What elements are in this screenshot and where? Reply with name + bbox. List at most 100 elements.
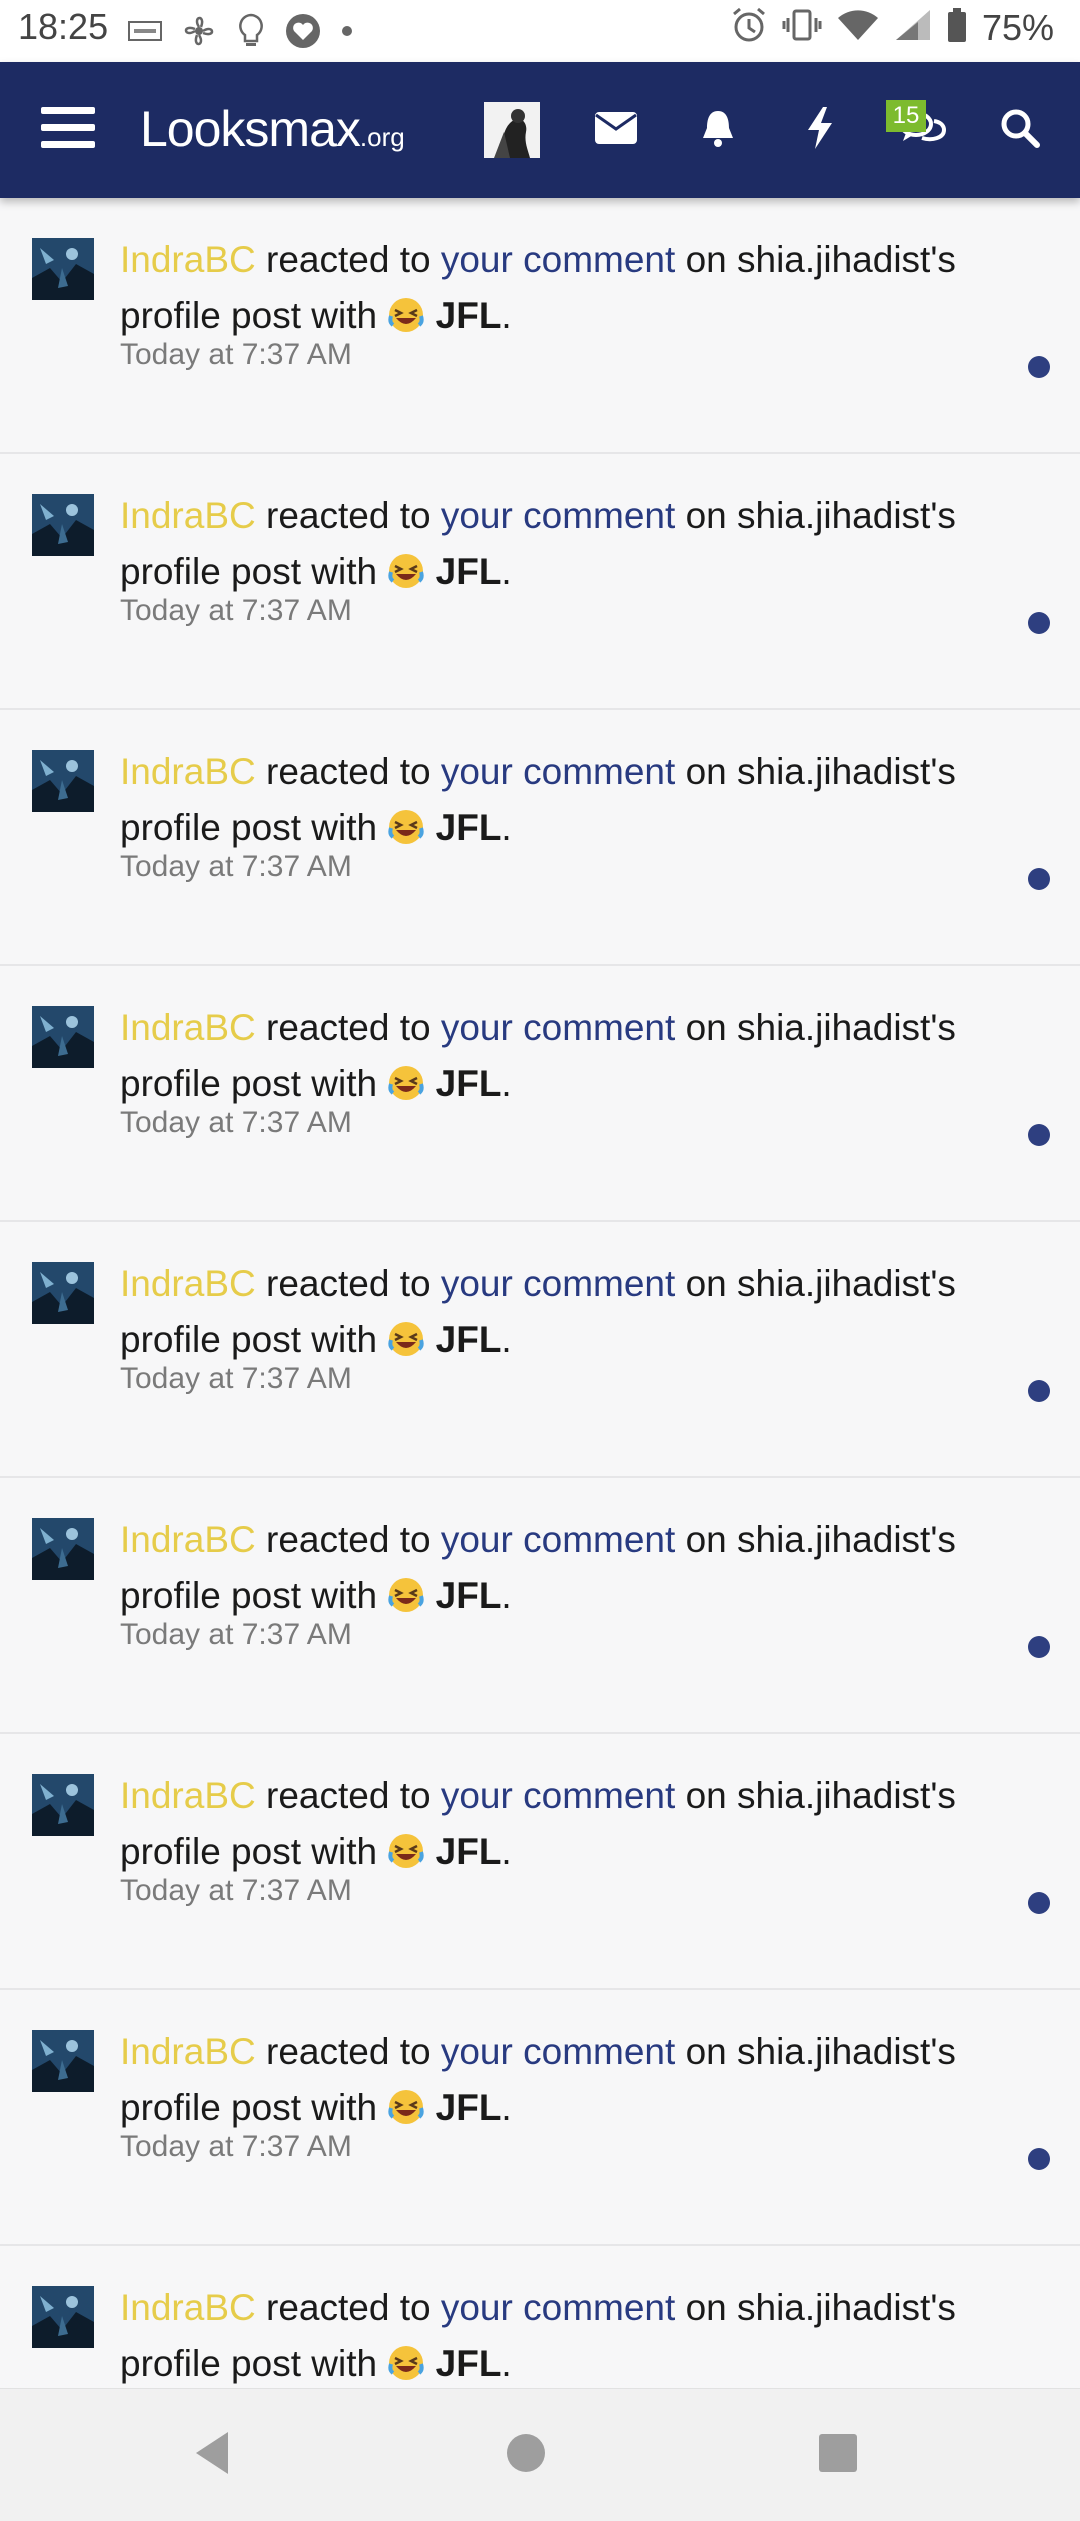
comment-link[interactable]: your comment	[441, 1007, 675, 1048]
signal-icon	[894, 8, 932, 47]
sentence-period: .	[501, 551, 512, 592]
comment-link[interactable]: your comment	[441, 1519, 675, 1560]
action-text: reacted to	[266, 2031, 431, 2072]
notification-item[interactable]: IndraBC reacted to your comment on shia.…	[0, 2246, 1080, 2388]
laughing-emoji-icon	[387, 806, 425, 844]
notification-time: Today at 7:37 AM	[120, 1618, 352, 1651]
recents-button[interactable]	[778, 2389, 898, 2521]
messages-button[interactable]	[584, 62, 648, 198]
username-link[interactable]: IndraBC	[120, 495, 256, 536]
battery-percent: 75%	[981, 6, 1054, 48]
user-avatar[interactable]	[32, 1006, 94, 1068]
notification-item[interactable]: IndraBC reacted to your comment on shia.…	[0, 1222, 1080, 1478]
username-link[interactable]: IndraBC	[120, 751, 256, 792]
laughing-emoji-icon	[387, 1062, 425, 1100]
menu-button[interactable]	[20, 62, 116, 198]
comment-link[interactable]: your comment	[441, 239, 675, 280]
action-text: reacted to	[266, 239, 431, 280]
unread-indicator[interactable]	[1028, 1380, 1050, 1402]
unread-indicator[interactable]	[1028, 2148, 1050, 2170]
user-avatar[interactable]	[32, 2030, 94, 2092]
reaction-label: JFL	[435, 2343, 502, 2384]
heart-icon	[284, 12, 322, 55]
notification-text: IndraBC reacted to your comment on shia.…	[120, 2024, 1020, 2136]
action-text: reacted to	[266, 2287, 431, 2328]
search-icon	[1000, 108, 1040, 153]
notification-text: IndraBC reacted to your comment on shia.…	[120, 2280, 1020, 2388]
unread-indicator[interactable]	[1028, 868, 1050, 890]
notification-item[interactable]: IndraBC reacted to your comment on shia.…	[0, 710, 1080, 966]
status-bar: 18:25 75%	[0, 0, 1080, 62]
fan-icon	[180, 12, 218, 55]
user-avatar[interactable]	[484, 102, 540, 158]
sentence-period: .	[501, 1319, 512, 1360]
username-link[interactable]: IndraBC	[120, 239, 256, 280]
comment-link[interactable]: your comment	[441, 495, 675, 536]
laughing-emoji-icon	[387, 1318, 425, 1356]
comment-link[interactable]: your comment	[441, 1263, 675, 1304]
notification-list: IndraBC reacted to your comment on shia.…	[0, 198, 1080, 2388]
comment-link[interactable]: your comment	[441, 1775, 675, 1816]
username-link[interactable]: IndraBC	[120, 1263, 256, 1304]
user-avatar[interactable]	[32, 1774, 94, 1836]
user-avatar[interactable]	[32, 1262, 94, 1324]
user-avatar[interactable]	[32, 750, 94, 812]
username-link[interactable]: IndraBC	[120, 2031, 256, 2072]
top-navbar: Looksmax.org 15	[0, 62, 1080, 198]
notification-item[interactable]: IndraBC reacted to your comment on shia.…	[0, 454, 1080, 710]
notification-time: Today at 7:37 AM	[120, 1362, 352, 1395]
laughing-emoji-icon	[387, 2342, 425, 2380]
unread-indicator[interactable]	[1028, 612, 1050, 634]
notification-time: Today at 7:37 AM	[120, 338, 352, 371]
action-text: reacted to	[266, 1519, 431, 1560]
notification-item[interactable]: IndraBC reacted to your comment on shia.…	[0, 1478, 1080, 1734]
reaction-label: JFL	[435, 551, 502, 592]
envelope-icon	[594, 111, 638, 150]
user-avatar[interactable]	[32, 2286, 94, 2348]
unread-indicator[interactable]	[1028, 1124, 1050, 1146]
comment-link[interactable]: your comment	[441, 2031, 675, 2072]
home-button[interactable]	[466, 2389, 586, 2521]
notification-item[interactable]: IndraBC reacted to your comment on shia.…	[0, 1734, 1080, 1990]
reaction-label: JFL	[435, 1319, 502, 1360]
bulb-icon	[236, 12, 266, 55]
menu-icon	[41, 105, 95, 156]
user-avatar[interactable]	[32, 494, 94, 556]
user-avatar[interactable]	[32, 1518, 94, 1580]
reaction-label: JFL	[435, 807, 502, 848]
notification-item[interactable]: IndraBC reacted to your comment on shia.…	[0, 966, 1080, 1222]
whats-new-button[interactable]	[788, 62, 852, 198]
comment-link[interactable]: your comment	[441, 2287, 675, 2328]
sentence-period: .	[501, 1831, 512, 1872]
back-icon	[192, 2430, 232, 2481]
laughing-emoji-icon	[387, 294, 425, 332]
action-text: reacted to	[266, 1775, 431, 1816]
notification-text: IndraBC reacted to your comment on shia.…	[120, 1256, 1020, 1368]
username-link[interactable]: IndraBC	[120, 1519, 256, 1560]
action-text: reacted to	[266, 1263, 431, 1304]
username-link[interactable]: IndraBC	[120, 1775, 256, 1816]
notification-text: IndraBC reacted to your comment on shia.…	[120, 488, 1020, 600]
notification-text: IndraBC reacted to your comment on shia.…	[120, 1512, 1020, 1624]
notification-item[interactable]: IndraBC reacted to your comment on shia.…	[0, 198, 1080, 454]
site-logo[interactable]: Looksmax.org	[140, 100, 405, 158]
notification-time: Today at 7:37 AM	[120, 1106, 352, 1139]
unread-indicator[interactable]	[1028, 1892, 1050, 1914]
bell-icon	[700, 108, 736, 153]
reaction-label: JFL	[435, 2087, 502, 2128]
sentence-period: .	[501, 2343, 512, 2384]
unread-indicator[interactable]	[1028, 356, 1050, 378]
username-link[interactable]: IndraBC	[120, 1007, 256, 1048]
notification-item[interactable]: IndraBC reacted to your comment on shia.…	[0, 1990, 1080, 2246]
laughing-emoji-icon	[387, 1830, 425, 1868]
unread-indicator[interactable]	[1028, 1636, 1050, 1658]
username-link[interactable]: IndraBC	[120, 2287, 256, 2328]
alerts-button[interactable]	[686, 62, 750, 198]
sentence-period: .	[501, 1063, 512, 1104]
user-avatar[interactable]	[32, 238, 94, 300]
laughing-emoji-icon	[387, 2086, 425, 2124]
comment-link[interactable]: your comment	[441, 751, 675, 792]
back-button[interactable]	[152, 2389, 272, 2521]
search-button[interactable]	[988, 62, 1052, 198]
reaction-label: JFL	[435, 1575, 502, 1616]
